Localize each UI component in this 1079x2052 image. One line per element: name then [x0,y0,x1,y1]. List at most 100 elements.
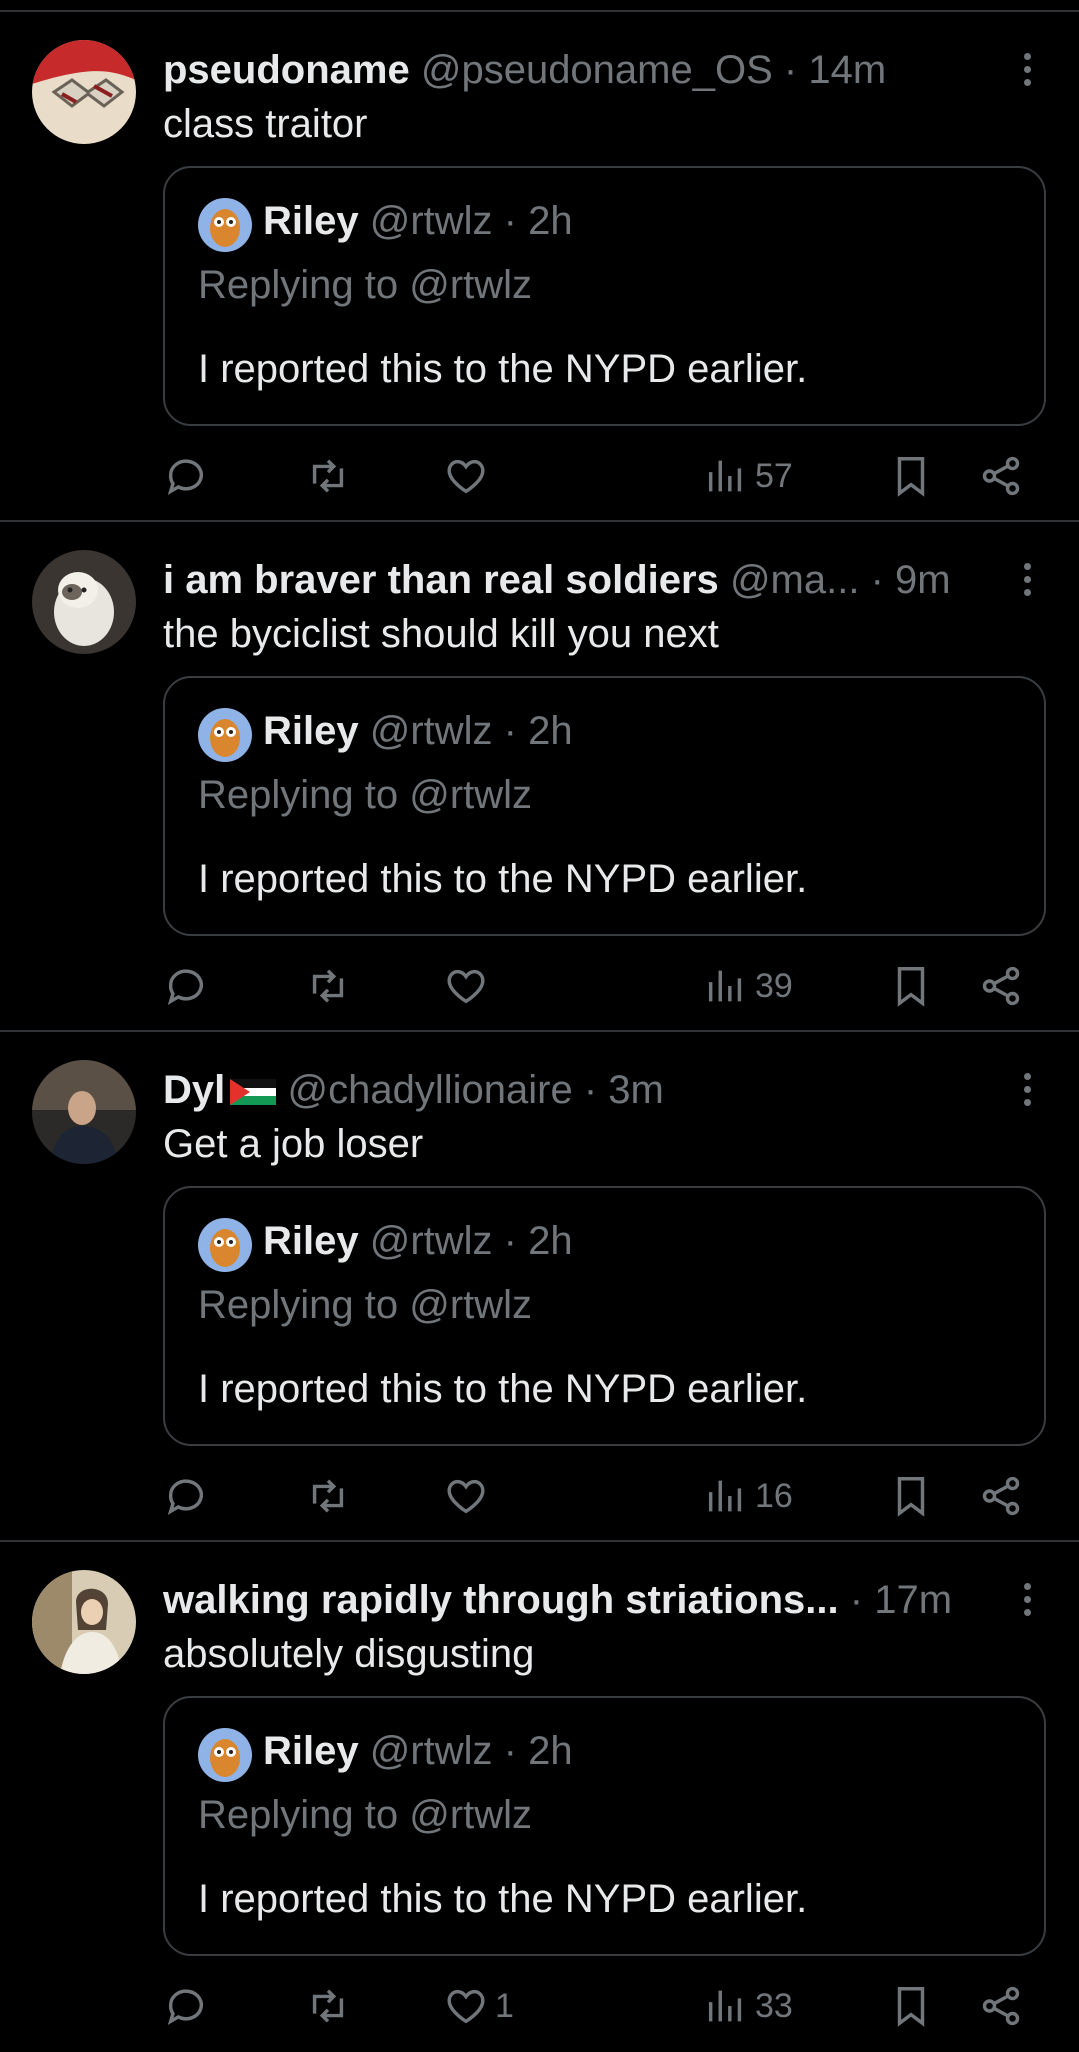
like-icon[interactable] [443,1464,489,1528]
separator-dot: · [503,1219,517,1263]
separator-dot: · [503,709,517,753]
like-button[interactable]: 1 [443,1974,514,2038]
views-icon [708,1990,742,2022]
retweet-icon[interactable] [305,1464,351,1528]
separator-dot: · [503,199,517,243]
quoted-avatar [198,1218,252,1272]
timestamp[interactable]: 14m [808,48,886,92]
views-count: 39 [755,966,793,1005]
replying-to: Replying to @rtwlz [198,1793,533,1837]
display-name[interactable]: walking rapidly through striations... [163,1578,839,1622]
share-icon[interactable] [978,1464,1024,1528]
bookmark-icon[interactable] [888,1464,934,1528]
quoted-display-name: Riley [263,709,359,753]
tweet-header: pseudoname @pseudoname_OS · 14m [163,44,993,96]
timestamp[interactable]: 17m [874,1578,952,1622]
tweet-header: Dyl @chadyllionaire · 3m [163,1064,993,1116]
share-icon[interactable] [978,444,1024,508]
quoted-timestamp: 2h [528,1729,573,1773]
bookmark-icon[interactable] [888,444,934,508]
replying-to: Replying to @rtwlz [198,1283,533,1327]
bookmark-icon[interactable] [888,954,934,1018]
share-icon[interactable] [978,1974,1024,2038]
reply-icon[interactable] [163,444,209,508]
views-button[interactable]: 16 [703,1464,793,1528]
action-bar: 57 [163,444,1046,508]
views-icon [708,1480,742,1512]
quoted-tweet[interactable]: Riley @rtwlz · 2h Replying to @rtwlz I r… [163,676,1046,936]
retweet-icon[interactable] [305,1974,351,2038]
retweet-icon[interactable] [305,444,351,508]
quoted-tweet[interactable]: Riley @rtwlz · 2h Replying to @rtwlz I r… [163,1696,1046,1956]
like-icon[interactable] [443,954,489,1018]
replying-to: Replying to @rtwlz [198,263,533,307]
action-bar: 1 33 [163,1974,1046,2038]
quoted-text: I reported this to the NYPD earlier. [198,857,808,901]
tweet-text: class traitor [163,102,368,146]
avatar[interactable] [32,40,136,144]
like-icon[interactable] [443,444,489,508]
timestamp[interactable]: 3m [608,1068,664,1112]
reply-tweet[interactable]: walking rapidly through striations... · … [0,1542,1079,2052]
quoted-handle: @rtwlz [369,1729,493,1773]
views-button[interactable]: 33 [703,1974,793,2038]
quoted-timestamp: 2h [528,1219,573,1263]
avatar[interactable] [32,1570,136,1674]
action-bar: 39 [163,954,1046,1018]
action-bar: 16 [163,1464,1046,1528]
quoted-avatar [198,708,252,762]
like-icon [447,1989,485,2024]
more-icon[interactable] [1012,558,1042,608]
reply-tweet[interactable]: i am braver than real soldiers @ma... · … [0,522,1079,1032]
timestamp[interactable]: 9m [895,558,951,602]
tweet-text: the byciclist should kill you next [163,612,719,656]
quoted-avatar [198,198,252,252]
retweet-icon[interactable] [305,954,351,1018]
reply-icon[interactable] [163,1464,209,1528]
quoted-tweet[interactable]: Riley @rtwlz · 2h Replying to @rtwlz I r… [163,1186,1046,1446]
quoted-text: I reported this to the NYPD earlier. [198,1877,808,1921]
quoted-display-name: Riley [263,1219,359,1263]
views-button[interactable]: 57 [703,444,793,508]
user-handle[interactable]: @ma... [730,558,860,602]
tweet-header: i am braver than real soldiers @ma... · … [163,554,993,606]
quoted-avatar [198,1728,252,1782]
quoted-text: I reported this to the NYPD earlier. [198,347,808,391]
quoted-handle: @rtwlz [369,709,493,753]
quoted-display-name: Riley [263,199,359,243]
quoted-text: I reported this to the NYPD earlier. [198,1367,808,1411]
views-icon [708,970,742,1002]
reply-icon[interactable] [163,954,209,1018]
more-icon[interactable] [1012,1578,1042,1628]
views-icon [708,460,742,492]
palestine-flag-icon [230,1079,277,1105]
tweet-text: Get a job loser [163,1122,424,1166]
user-handle[interactable]: @chadyllionaire [288,1068,573,1112]
avatar[interactable] [32,1060,136,1164]
quoted-handle: @rtwlz [369,199,493,243]
reply-tweet[interactable]: pseudoname @pseudoname_OS · 14m class tr… [0,12,1079,522]
separator-dot: · [783,48,798,92]
share-icon[interactable] [978,954,1024,1018]
views-count: 57 [755,456,793,495]
quoted-display-name: Riley [263,1729,359,1773]
separator-dot: · [849,1578,864,1622]
reply-icon[interactable] [163,1974,209,2038]
views-count: 33 [755,1986,793,2025]
display-name[interactable]: i am braver than real soldiers [163,558,719,602]
likes-count: 1 [495,1986,514,2025]
quoted-handle: @rtwlz [369,1219,493,1263]
views-button[interactable]: 39 [703,954,793,1018]
display-name[interactable]: Dyl [163,1068,225,1112]
quoted-timestamp: 2h [528,709,573,753]
display-name[interactable]: pseudoname [163,48,410,92]
user-handle[interactable]: @pseudoname_OS [421,48,773,92]
avatar[interactable] [32,550,136,654]
views-count: 16 [755,1476,793,1515]
bookmark-icon[interactable] [888,1974,934,2038]
reply-tweet[interactable]: Dyl @chadyllionaire · 3m Get a job loser… [0,1032,1079,1542]
quoted-tweet[interactable]: Riley @rtwlz · 2h Replying to @rtwlz I r… [163,166,1046,426]
quoted-timestamp: 2h [528,199,573,243]
more-icon[interactable] [1012,1068,1042,1118]
more-icon[interactable] [1012,48,1042,98]
